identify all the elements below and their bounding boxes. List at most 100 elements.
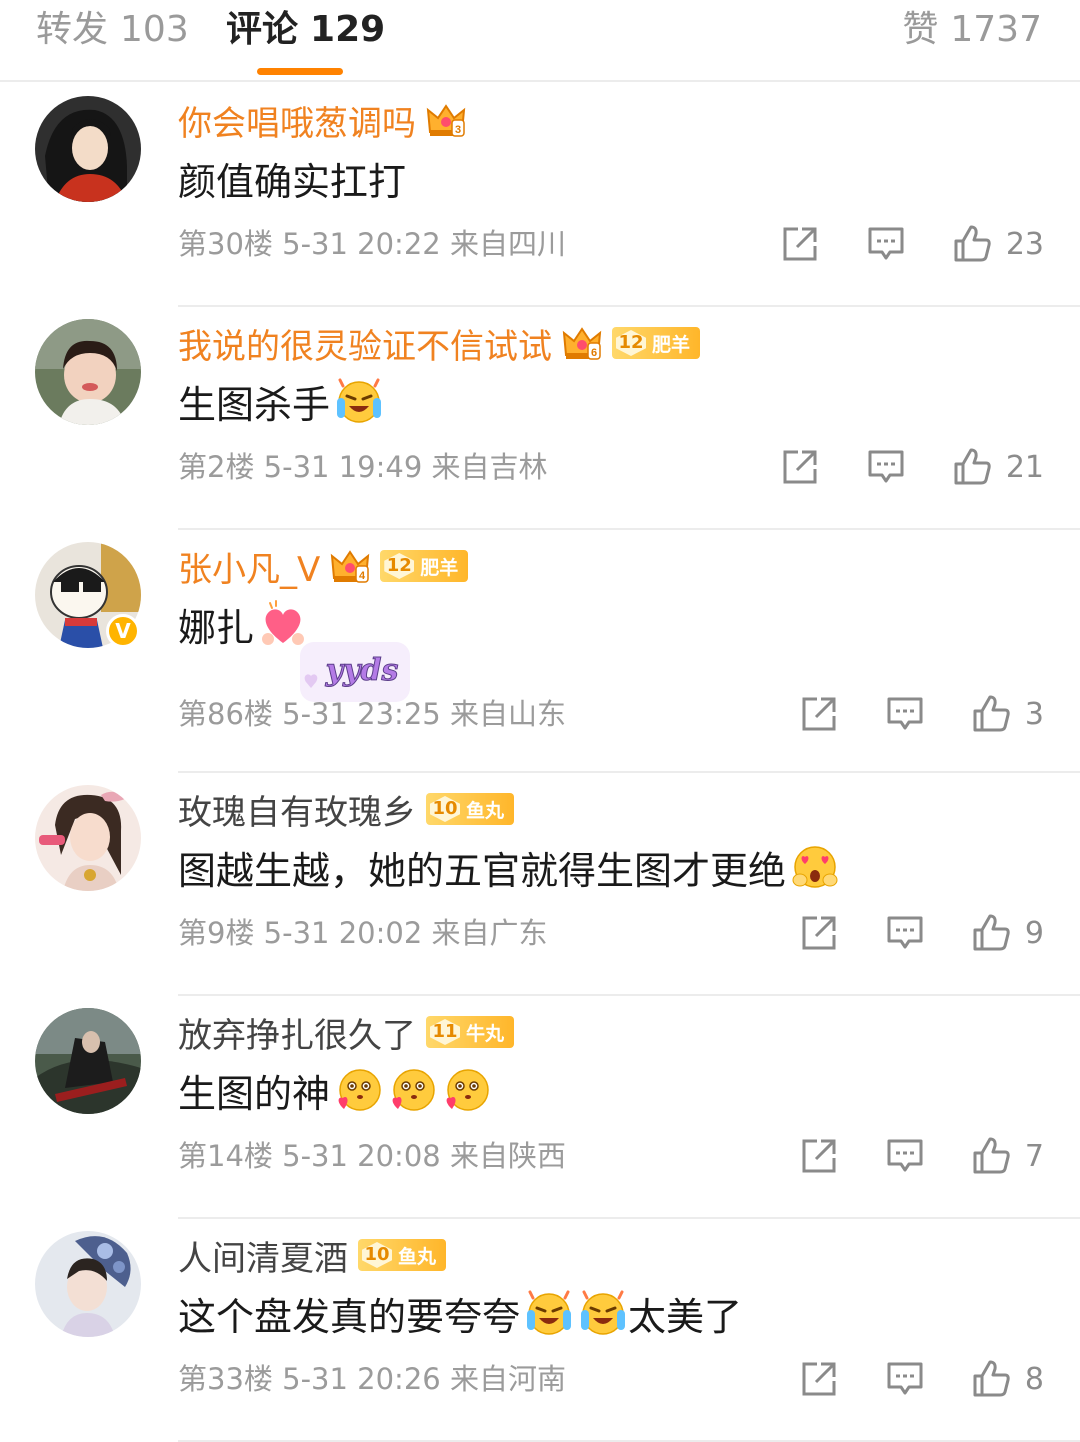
thumbs-up-icon	[954, 448, 991, 485]
badge-level: 12	[384, 553, 415, 579]
comment-text-body: 生图杀手	[178, 382, 331, 427]
tab-comment-count: 129	[310, 9, 386, 50]
share-icon[interactable]	[799, 1359, 839, 1399]
comment-item: 我说的很灵验证不信试试 6 12 肥羊 生图杀手 第2楼 5-31 19:49 …	[0, 307, 1080, 530]
tab-repost-count: 103	[120, 9, 189, 50]
like-button[interactable]: 7	[971, 1136, 1044, 1176]
reply-icon[interactable]	[885, 913, 925, 953]
comment-text-body: 娜扎	[178, 605, 255, 650]
username[interactable]: 玫瑰自有玫瑰乡	[178, 785, 416, 834]
like-button[interactable]: 23	[952, 224, 1044, 264]
crown-icon: 3	[426, 102, 466, 138]
tab-like[interactable]: 赞 1737	[902, 6, 1042, 54]
crown-icon: 6	[562, 325, 602, 361]
badge-level: 10	[430, 796, 460, 822]
floor: 第33楼	[178, 1362, 273, 1396]
like-button[interactable]: 9	[971, 913, 1044, 953]
comment-text: 生图杀手	[178, 373, 384, 429]
fan-level-badge[interactable]: 12 肥羊	[612, 327, 701, 359]
active-tab-indicator	[257, 68, 343, 75]
share-icon[interactable]	[799, 913, 839, 953]
date: 5-31 20:08	[282, 1139, 441, 1173]
comment-text: 这个盘发真的要夸夸 太美了	[178, 1285, 742, 1341]
share-icon[interactable]	[799, 1136, 839, 1176]
share-icon[interactable]	[780, 224, 820, 264]
comment-meta: 第86楼 5-31 23:25 来自山东	[178, 692, 566, 736]
share-icon[interactable]	[780, 447, 820, 487]
location: 来自广东	[431, 916, 548, 950]
comment-text-tail: 太美了	[628, 1294, 743, 1339]
comment-item: 人间清夏酒 10 鱼丸 这个盘发真的要夸夸 太美了 第33楼 5-31 20:2…	[0, 1219, 1080, 1442]
location: 来自山东	[449, 697, 566, 731]
badge-level: 12	[616, 330, 646, 356]
comment-meta: 第2楼 5-31 19:49 来自吉林	[178, 445, 548, 489]
share-icon[interactable]	[799, 694, 839, 734]
comment-text: 图越生越，她的五官就得生图才更绝	[178, 839, 840, 895]
thumbs-up-icon	[954, 225, 991, 262]
fan-level-badge[interactable]: 12 肥羊	[380, 550, 469, 582]
username[interactable]: 张小凡_V	[178, 542, 320, 591]
avatar[interactable]	[35, 319, 141, 425]
name-line: 你会唱哦葱调吗 3	[178, 96, 466, 144]
like-button[interactable]: 3	[971, 694, 1044, 734]
excited-tears-emoji	[581, 1290, 626, 1335]
location: 来自吉林	[431, 450, 548, 484]
thumbs-up-icon	[973, 1360, 1010, 1397]
tab-comment[interactable]: 评论 129	[226, 6, 385, 54]
tab-like-label: 赞	[902, 9, 939, 50]
tab-bar: 转发 103 评论 129 赞 1737	[0, 0, 1080, 82]
reply-icon[interactable]	[885, 1359, 925, 1399]
username[interactable]: 我说的很灵验证不信试试	[178, 319, 552, 368]
fan-level-badge[interactable]: 10 鱼丸	[358, 1239, 447, 1271]
name-line: 张小凡_V 4 12 肥羊	[178, 542, 469, 591]
avatar[interactable]	[35, 1008, 141, 1114]
fan-level-badge[interactable]: 11 牛丸	[426, 1016, 515, 1048]
comment-actions: 9	[753, 905, 1044, 961]
reply-icon[interactable]	[885, 1136, 925, 1176]
date: 5-31 20:22	[282, 227, 441, 261]
adoring-emoji	[392, 1069, 435, 1111]
badge-text: 鱼丸	[398, 1245, 437, 1268]
location: 来自河南	[449, 1362, 566, 1396]
reply-icon[interactable]	[866, 447, 906, 487]
reply-icon[interactable]	[866, 224, 906, 264]
like-button[interactable]: 21	[952, 447, 1044, 487]
date: 5-31 20:26	[282, 1362, 441, 1396]
name-line: 人间清夏酒 10 鱼丸	[178, 1231, 447, 1280]
comment-text: 颜值确实扛打	[178, 150, 406, 206]
comment-text-body: 生图的神	[178, 1071, 331, 1116]
fan-level-badge[interactable]: 10 鱼丸	[426, 793, 515, 825]
tab-comment-label: 评论	[226, 9, 299, 50]
crown-icon: 4	[330, 548, 370, 584]
like-count: 7	[1024, 1138, 1044, 1174]
comment-text: 生图的神	[178, 1062, 492, 1118]
badge-level: 11	[430, 1019, 460, 1045]
floor: 第30楼	[178, 227, 273, 261]
comment-meta: 第14楼 5-31 20:08 来自陕西	[178, 1134, 566, 1178]
excited-tears-emoji	[527, 1290, 572, 1335]
username[interactable]: 人间清夏酒	[178, 1231, 348, 1280]
like-count: 3	[1024, 696, 1044, 732]
svg-text:4: 4	[359, 570, 366, 582]
tab-like-count: 1737	[950, 9, 1042, 50]
date: 5-31 23:25	[282, 697, 441, 731]
reply-icon[interactable]	[885, 694, 925, 734]
comment-text: 娜扎	[178, 596, 308, 652]
username[interactable]: 你会唱哦葱调吗	[178, 96, 416, 145]
comment-actions: 8	[753, 1351, 1044, 1407]
avatar[interactable]	[35, 785, 141, 891]
verified-badge: V	[106, 614, 140, 648]
avatar[interactable]	[35, 96, 141, 202]
like-count: 21	[1005, 449, 1044, 485]
like-count: 9	[1024, 915, 1044, 951]
comment-meta: 第33楼 5-31 20:26 来自河南	[178, 1357, 566, 1401]
thumbs-up-icon	[973, 914, 1010, 951]
sticker-text: yyds	[325, 653, 399, 688]
badge-text: 肥羊	[652, 333, 691, 356]
username[interactable]: 放弃挣扎很久了	[178, 1008, 416, 1057]
avatar[interactable]	[35, 1231, 141, 1337]
name-line: 放弃挣扎很久了 11 牛丸	[178, 1008, 515, 1057]
like-button[interactable]: 8	[971, 1359, 1044, 1399]
tab-repost[interactable]: 转发 103	[36, 6, 189, 54]
comment-actions: 21	[734, 439, 1044, 495]
